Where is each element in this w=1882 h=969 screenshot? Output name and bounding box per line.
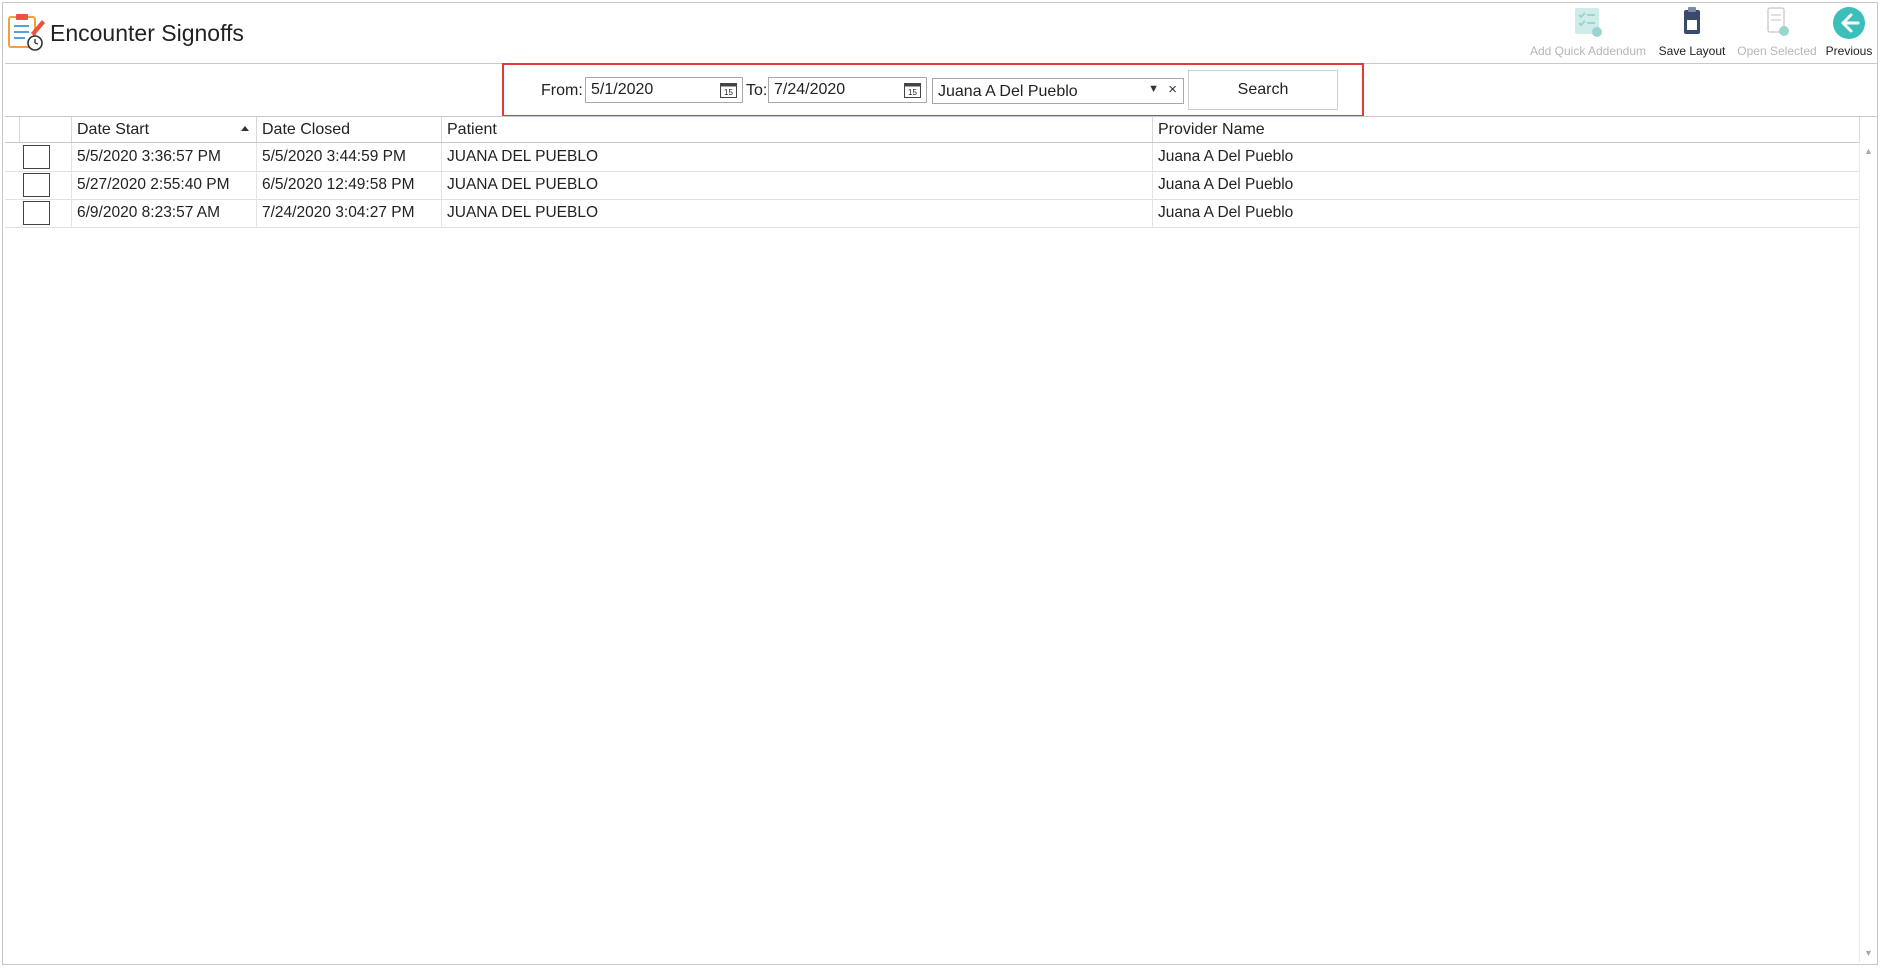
calendar-icon[interactable]: 15 bbox=[904, 82, 921, 98]
add-quick-addendum-button[interactable]: Add Quick Addendum bbox=[1528, 6, 1648, 60]
cell-date-closed: 7/24/2020 3:04:27 PM bbox=[256, 199, 441, 227]
save-layout-label: Save Layout bbox=[1658, 44, 1726, 58]
grid-header: Date Start Date Closed Patient Provider … bbox=[5, 117, 1860, 143]
cell-date-start: 5/5/2020 3:36:57 PM bbox=[71, 143, 256, 171]
save-layout-button[interactable]: Save Layout bbox=[1656, 6, 1728, 60]
encounter-signoff-icon bbox=[7, 13, 47, 53]
from-date-value: 5/1/2020 bbox=[591, 81, 654, 98]
encounter-grid: Date Start Date Closed Patient Provider … bbox=[5, 117, 1877, 962]
row-checkbox[interactable] bbox=[23, 201, 50, 225]
checklist-add-icon bbox=[1572, 6, 1604, 41]
row-checkbox[interactable] bbox=[23, 145, 50, 169]
table-row[interactable]: 6/9/2020 8:23:57 AM 7/24/2020 3:04:27 PM… bbox=[5, 199, 1860, 228]
column-header-provider-name[interactable]: Provider Name bbox=[1152, 117, 1860, 142]
page-title: Encounter Signoffs bbox=[50, 20, 244, 46]
cell-patient: JUANA DEL PUEBLO bbox=[441, 171, 1152, 199]
calendar-icon[interactable]: 15 bbox=[720, 82, 737, 98]
scroll-down-icon[interactable]: ▼ bbox=[1864, 948, 1873, 958]
column-header-label: Date Closed bbox=[262, 121, 351, 138]
column-header-date-start[interactable]: Date Start bbox=[71, 117, 256, 142]
provider-value: Juana A Del Pueblo bbox=[938, 83, 1078, 100]
svg-text:15: 15 bbox=[724, 88, 733, 97]
select-column-header[interactable] bbox=[19, 117, 71, 142]
table-row[interactable]: 5/27/2020 2:55:40 PM 6/5/2020 12:49:58 P… bbox=[5, 171, 1860, 200]
previous-label: Previous bbox=[1825, 44, 1873, 58]
from-date-input[interactable]: 5/1/2020 15 bbox=[585, 77, 743, 103]
to-label: To: bbox=[746, 82, 768, 99]
dropdown-arrow-icon[interactable]: ▼ bbox=[1148, 83, 1159, 95]
cell-patient: JUANA DEL PUEBLO bbox=[441, 143, 1152, 171]
column-header-label: Patient bbox=[447, 121, 497, 138]
table-row[interactable]: 5/5/2020 3:36:57 PM 5/5/2020 3:44:59 PM … bbox=[5, 143, 1860, 172]
arrow-left-circle-icon bbox=[1832, 6, 1866, 43]
column-header-patient[interactable]: Patient bbox=[441, 117, 1152, 142]
cell-provider: Juana A Del Pueblo bbox=[1152, 143, 1860, 171]
cell-date-closed: 6/5/2020 12:49:58 PM bbox=[256, 171, 441, 199]
to-date-input[interactable]: 7/24/2020 15 bbox=[768, 77, 927, 103]
vertical-scrollbar[interactable]: ▲ ▼ bbox=[1859, 142, 1877, 962]
add-quick-addendum-label: Add Quick Addendum bbox=[1529, 44, 1647, 58]
column-header-date-closed[interactable]: Date Closed bbox=[256, 117, 441, 142]
row-checkbox[interactable] bbox=[23, 173, 50, 197]
previous-button[interactable]: Previous bbox=[1822, 6, 1876, 60]
sort-ascending-icon bbox=[241, 126, 249, 131]
scrollbar-corner bbox=[1859, 117, 1877, 143]
cell-provider: Juana A Del Pueblo bbox=[1152, 199, 1860, 227]
clear-icon[interactable]: × bbox=[1168, 81, 1177, 98]
provider-combobox[interactable]: Juana A Del Pueblo ▼ × bbox=[932, 78, 1184, 104]
search-button[interactable]: Search bbox=[1188, 70, 1338, 110]
cell-provider: Juana A Del Pueblo bbox=[1152, 171, 1860, 199]
from-label: From: bbox=[541, 82, 583, 99]
column-header-label: Date Start bbox=[77, 121, 150, 138]
cell-patient: JUANA DEL PUEBLO bbox=[441, 199, 1152, 227]
svg-text:15: 15 bbox=[908, 88, 917, 97]
open-selected-button[interactable]: Open Selected bbox=[1732, 6, 1822, 60]
scroll-up-icon[interactable]: ▲ bbox=[1864, 146, 1873, 156]
cell-date-closed: 5/5/2020 3:44:59 PM bbox=[256, 143, 441, 171]
cell-date-start: 5/27/2020 2:55:40 PM bbox=[71, 171, 256, 199]
document-add-icon bbox=[1762, 6, 1792, 41]
column-header-label: Provider Name bbox=[1158, 121, 1265, 138]
header: Encounter Signoffs Add Quick Addendum Sa… bbox=[0, 0, 1882, 64]
to-date-value: 7/24/2020 bbox=[774, 81, 846, 98]
cell-date-start: 6/9/2020 8:23:57 AM bbox=[71, 199, 256, 227]
open-selected-label: Open Selected bbox=[1737, 44, 1817, 58]
save-clipboard-icon bbox=[1678, 6, 1706, 41]
